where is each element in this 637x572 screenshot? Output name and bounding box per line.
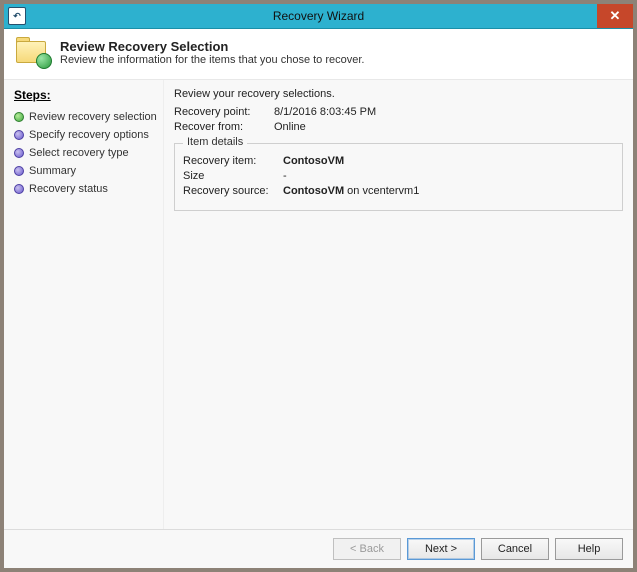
help-button[interactable]: Help: [555, 538, 623, 560]
step-bullet-icon: [14, 166, 24, 176]
recover-from-row: Recover from: Online: [174, 121, 623, 133]
recover-from-label: Recover from:: [174, 121, 274, 133]
close-icon: ✕: [610, 8, 621, 24]
step-bullet-icon: [14, 112, 24, 122]
size-value: -: [283, 170, 287, 182]
recovery-point-label: Recovery point:: [174, 106, 274, 118]
recovery-source-label: Recovery source:: [183, 185, 283, 197]
recovery-folder-icon: [16, 37, 50, 67]
recovery-item-label: Recovery item:: [183, 155, 283, 167]
recovery-source-value: ContosoVM on vcentervm1: [283, 185, 419, 197]
recovery-item-row: Recovery item: ContosoVM: [183, 155, 614, 167]
window-title: Recovery Wizard: [4, 9, 633, 23]
content-intro: Review your recovery selections.: [174, 88, 623, 100]
window-frame: ↶ Recovery Wizard ✕ Review Recovery Sele…: [0, 0, 637, 572]
step-review-recovery-selection[interactable]: Review recovery selection: [12, 108, 159, 126]
recovery-wizard-window: ↶ Recovery Wizard ✕ Review Recovery Sele…: [4, 4, 633, 568]
size-row: Size -: [183, 170, 614, 182]
step-bullet-icon: [14, 130, 24, 140]
page-subtitle: Review the information for the items tha…: [60, 54, 364, 66]
recovery-source-row: Recovery source: ContosoVM on vcentervm1: [183, 185, 614, 197]
step-specify-recovery-options[interactable]: Specify recovery options: [12, 126, 159, 144]
recovery-point-value: 8/1/2016 8:03:45 PM: [274, 106, 376, 118]
step-label: Summary: [29, 165, 76, 177]
recovery-item-value: ContosoVM: [283, 155, 344, 167]
wizard-footer: < Back Next > Cancel Help: [4, 529, 633, 568]
step-label: Specify recovery options: [29, 129, 149, 141]
item-details-legend: Item details: [183, 136, 247, 148]
item-details-group: Item details Recovery item: ContosoVM Si…: [174, 143, 623, 211]
recovery-point-row: Recovery point: 8/1/2016 8:03:45 PM: [174, 106, 623, 118]
step-label: Select recovery type: [29, 147, 129, 159]
wizard-header: Review Recovery Selection Review the inf…: [4, 29, 633, 80]
step-summary[interactable]: Summary: [12, 162, 159, 180]
step-bullet-icon: [14, 184, 24, 194]
next-button[interactable]: Next >: [407, 538, 475, 560]
titlebar: ↶ Recovery Wizard ✕: [4, 4, 633, 29]
system-menu-icon[interactable]: ↶: [8, 7, 26, 25]
step-label: Recovery status: [29, 183, 108, 195]
steps-heading: Steps:: [14, 88, 159, 102]
step-label: Review recovery selection: [29, 111, 157, 123]
size-label: Size: [183, 170, 283, 182]
wizard-body: Steps: Review recovery selection Specify…: [4, 80, 633, 529]
steps-sidebar: Steps: Review recovery selection Specify…: [4, 80, 164, 529]
page-title: Review Recovery Selection: [60, 39, 364, 54]
recover-from-value: Online: [274, 121, 306, 133]
step-select-recovery-type[interactable]: Select recovery type: [12, 144, 159, 162]
cancel-button[interactable]: Cancel: [481, 538, 549, 560]
step-recovery-status[interactable]: Recovery status: [12, 180, 159, 198]
close-button[interactable]: ✕: [597, 4, 633, 28]
wizard-content: Review your recovery selections. Recover…: [164, 80, 633, 529]
back-button[interactable]: < Back: [333, 538, 401, 560]
step-bullet-icon: [14, 148, 24, 158]
